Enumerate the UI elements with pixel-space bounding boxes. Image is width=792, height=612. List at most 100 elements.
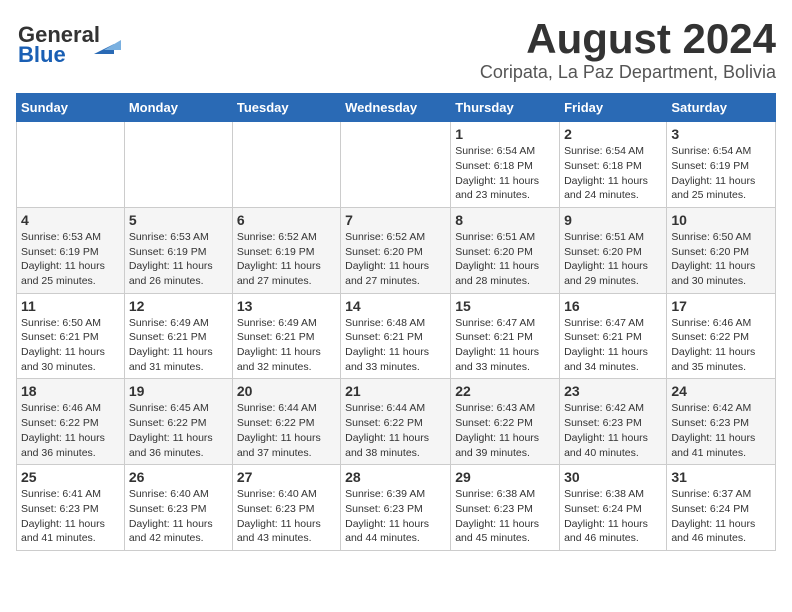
calendar-cell: 9 Sunrise: 6:51 AM Sunset: 6:20 PM Daylig… <box>560 207 667 293</box>
day-number: 31 <box>671 469 771 485</box>
day-info: Sunrise: 6:47 AM Sunset: 6:21 PM Dayligh… <box>455 316 555 375</box>
day-number: 10 <box>671 212 771 228</box>
day-number: 9 <box>564 212 662 228</box>
day-number: 13 <box>237 298 336 314</box>
calendar-cell: 16 Sunrise: 6:47 AM Sunset: 6:21 PM Dayli… <box>560 293 667 379</box>
day-number: 15 <box>455 298 555 314</box>
day-info: Sunrise: 6:53 AM Sunset: 6:19 PM Dayligh… <box>129 230 228 289</box>
day-number: 3 <box>671 126 771 142</box>
calendar-cell: 15 Sunrise: 6:47 AM Sunset: 6:21 PM Dayli… <box>451 293 560 379</box>
calendar-cell: 27Sunrise: 6:40 AM Sunset: 6:23 PM Dayli… <box>232 465 340 551</box>
day-number: 22 <box>455 383 555 399</box>
calendar-cell <box>17 122 125 208</box>
day-info: Sunrise: 6:41 AM Sunset: 6:23 PM Dayligh… <box>21 487 120 546</box>
day-number: 29 <box>455 469 555 485</box>
col-header-monday: Monday <box>124 94 232 122</box>
page-header: General Blue August 2024 Coripata, La Pa… <box>16 16 776 83</box>
day-info: Sunrise: 6:39 AM Sunset: 6:23 PM Dayligh… <box>345 487 446 546</box>
day-number: 6 <box>237 212 336 228</box>
day-number: 2 <box>564 126 662 142</box>
day-number: 28 <box>345 469 446 485</box>
day-info: Sunrise: 6:42 AM Sunset: 6:23 PM Dayligh… <box>564 401 662 460</box>
day-number: 12 <box>129 298 228 314</box>
day-info: Sunrise: 6:45 AM Sunset: 6:22 PM Dayligh… <box>129 401 228 460</box>
week-row-2: 4 Sunrise: 6:53 AM Sunset: 6:19 PM Daylig… <box>17 207 776 293</box>
calendar-cell: 21 Sunrise: 6:44 AM Sunset: 6:22 PM Dayli… <box>341 379 451 465</box>
day-number: 26 <box>129 469 228 485</box>
day-info: Sunrise: 6:46 AM Sunset: 6:22 PM Dayligh… <box>21 401 120 460</box>
day-number: 16 <box>564 298 662 314</box>
day-number: 1 <box>455 126 555 142</box>
day-info: Sunrise: 6:52 AM Sunset: 6:19 PM Dayligh… <box>237 230 336 289</box>
day-number: 17 <box>671 298 771 314</box>
title-area: August 2024 Coripata, La Paz Department,… <box>480 16 776 83</box>
day-number: 19 <box>129 383 228 399</box>
day-info: Sunrise: 6:52 AM Sunset: 6:20 PM Dayligh… <box>345 230 446 289</box>
location-title: Coripata, La Paz Department, Bolivia <box>480 62 776 83</box>
day-info: Sunrise: 6:37 AM Sunset: 6:24 PM Dayligh… <box>671 487 771 546</box>
calendar-cell: 25 Sunrise: 6:41 AM Sunset: 6:23 PM Dayli… <box>17 465 125 551</box>
logo: General Blue <box>16 16 126 66</box>
day-info: Sunrise: 6:46 AM Sunset: 6:22 PM Dayligh… <box>671 316 771 375</box>
col-header-wednesday: Wednesday <box>341 94 451 122</box>
day-info: Sunrise: 6:40 AM Sunset: 6:23 PM Dayligh… <box>237 487 336 546</box>
day-info: Sunrise: 6:50 AM Sunset: 6:20 PM Dayligh… <box>671 230 771 289</box>
week-row-5: 25 Sunrise: 6:41 AM Sunset: 6:23 PM Dayli… <box>17 465 776 551</box>
calendar-cell: 8 Sunrise: 6:51 AM Sunset: 6:20 PM Daylig… <box>451 207 560 293</box>
calendar-cell: 10 Sunrise: 6:50 AM Sunset: 6:20 PM Dayli… <box>667 207 776 293</box>
calendar-cell: 22Sunrise: 6:43 AM Sunset: 6:22 PM Dayli… <box>451 379 560 465</box>
day-number: 25 <box>21 469 120 485</box>
calendar-cell: 11Sunrise: 6:50 AM Sunset: 6:21 PM Dayli… <box>17 293 125 379</box>
day-info: Sunrise: 6:38 AM Sunset: 6:24 PM Dayligh… <box>564 487 662 546</box>
day-number: 21 <box>345 383 446 399</box>
day-info: Sunrise: 6:48 AM Sunset: 6:21 PM Dayligh… <box>345 316 446 375</box>
day-number: 14 <box>345 298 446 314</box>
day-number: 30 <box>564 469 662 485</box>
calendar-cell: 23Sunrise: 6:42 AM Sunset: 6:23 PM Dayli… <box>560 379 667 465</box>
col-header-thursday: Thursday <box>451 94 560 122</box>
logo-svg: General Blue <box>16 16 126 66</box>
week-row-1: 1 Sunrise: 6:54 AM Sunset: 6:18 PM Daylig… <box>17 122 776 208</box>
day-info: Sunrise: 6:47 AM Sunset: 6:21 PM Dayligh… <box>564 316 662 375</box>
calendar-cell: 19 Sunrise: 6:45 AM Sunset: 6:22 PM Dayli… <box>124 379 232 465</box>
day-info: Sunrise: 6:49 AM Sunset: 6:21 PM Dayligh… <box>129 316 228 375</box>
calendar-cell <box>232 122 340 208</box>
calendar-cell: 3Sunrise: 6:54 AM Sunset: 6:19 PM Daylig… <box>667 122 776 208</box>
calendar-header-row: SundayMondayTuesdayWednesdayThursdayFrid… <box>17 94 776 122</box>
col-header-tuesday: Tuesday <box>232 94 340 122</box>
calendar-cell: 18 Sunrise: 6:46 AM Sunset: 6:22 PM Dayli… <box>17 379 125 465</box>
col-header-sunday: Sunday <box>17 94 125 122</box>
day-info: Sunrise: 6:49 AM Sunset: 6:21 PM Dayligh… <box>237 316 336 375</box>
calendar-cell: 24Sunrise: 6:42 AM Sunset: 6:23 PM Dayli… <box>667 379 776 465</box>
calendar-cell: 5 Sunrise: 6:53 AM Sunset: 6:19 PM Daylig… <box>124 207 232 293</box>
calendar-cell: 20 Sunrise: 6:44 AM Sunset: 6:22 PM Dayli… <box>232 379 340 465</box>
col-header-friday: Friday <box>560 94 667 122</box>
calendar-cell: 4 Sunrise: 6:53 AM Sunset: 6:19 PM Daylig… <box>17 207 125 293</box>
calendar-cell: 26 Sunrise: 6:40 AM Sunset: 6:23 PM Dayli… <box>124 465 232 551</box>
day-info: Sunrise: 6:51 AM Sunset: 6:20 PM Dayligh… <box>455 230 555 289</box>
col-header-saturday: Saturday <box>667 94 776 122</box>
day-info: Sunrise: 6:50 AM Sunset: 6:21 PM Dayligh… <box>21 316 120 375</box>
calendar-table: SundayMondayTuesdayWednesdayThursdayFrid… <box>16 93 776 551</box>
calendar-cell <box>341 122 451 208</box>
calendar-cell: 30 Sunrise: 6:38 AM Sunset: 6:24 PM Dayli… <box>560 465 667 551</box>
calendar-cell: 28 Sunrise: 6:39 AM Sunset: 6:23 PM Dayli… <box>341 465 451 551</box>
day-info: Sunrise: 6:44 AM Sunset: 6:22 PM Dayligh… <box>237 401 336 460</box>
calendar-cell: 31 Sunrise: 6:37 AM Sunset: 6:24 PM Dayli… <box>667 465 776 551</box>
day-info: Sunrise: 6:53 AM Sunset: 6:19 PM Dayligh… <box>21 230 120 289</box>
day-info: Sunrise: 6:54 AM Sunset: 6:18 PM Dayligh… <box>564 144 662 203</box>
day-number: 4 <box>21 212 120 228</box>
day-number: 5 <box>129 212 228 228</box>
day-number: 24 <box>671 383 771 399</box>
calendar-cell: 7Sunrise: 6:52 AM Sunset: 6:20 PM Daylig… <box>341 207 451 293</box>
day-info: Sunrise: 6:40 AM Sunset: 6:23 PM Dayligh… <box>129 487 228 546</box>
calendar-cell: 13 Sunrise: 6:49 AM Sunset: 6:21 PM Dayli… <box>232 293 340 379</box>
day-number: 20 <box>237 383 336 399</box>
week-row-4: 18 Sunrise: 6:46 AM Sunset: 6:22 PM Dayli… <box>17 379 776 465</box>
day-number: 18 <box>21 383 120 399</box>
day-info: Sunrise: 6:51 AM Sunset: 6:20 PM Dayligh… <box>564 230 662 289</box>
day-number: 8 <box>455 212 555 228</box>
calendar-cell: 2 Sunrise: 6:54 AM Sunset: 6:18 PM Daylig… <box>560 122 667 208</box>
week-row-3: 11Sunrise: 6:50 AM Sunset: 6:21 PM Dayli… <box>17 293 776 379</box>
day-info: Sunrise: 6:44 AM Sunset: 6:22 PM Dayligh… <box>345 401 446 460</box>
